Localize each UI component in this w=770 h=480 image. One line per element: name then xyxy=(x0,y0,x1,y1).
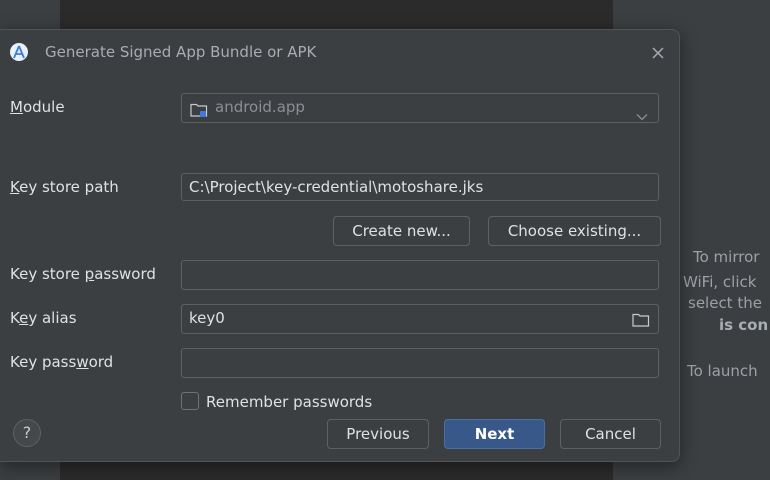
folder-icon[interactable] xyxy=(632,310,650,336)
key-password-input[interactable] xyxy=(181,348,659,378)
cancel-button[interactable]: Cancel xyxy=(560,419,661,449)
remember-passwords-checkbox[interactable] xyxy=(181,392,199,410)
module-folder-icon xyxy=(190,100,208,126)
module-dropdown[interactable]: android.app xyxy=(181,93,659,123)
key-alias-value: key0 xyxy=(189,309,225,327)
side-panel-text-1: To mirror xyxy=(693,248,760,266)
key-password-label: Key password xyxy=(10,353,114,371)
android-studio-icon xyxy=(10,43,28,61)
key-alias-label: Key alias xyxy=(10,309,77,327)
help-button[interactable]: ? xyxy=(13,419,41,447)
side-panel-text-3: select the xyxy=(688,294,762,312)
keystore-password-input[interactable] xyxy=(181,260,659,290)
key-alias-input[interactable]: key0 xyxy=(181,304,659,334)
choose-existing-button[interactable]: Choose existing... xyxy=(488,216,661,246)
create-new-button[interactable]: Create new... xyxy=(333,216,470,246)
generate-signed-bundle-dialog: Generate Signed App Bundle or APK Module… xyxy=(0,29,680,462)
keystore-path-input[interactable]: C:\Project\key-credential\motoshare.jks xyxy=(181,173,659,201)
side-panel-text-2: WiFi, click xyxy=(683,273,757,291)
keystore-path-label: Key store path xyxy=(10,178,119,196)
chevron-down-icon xyxy=(636,103,648,129)
dialog-title: Generate Signed App Bundle or APK xyxy=(45,43,317,61)
keystore-password-label: Key store password xyxy=(10,265,156,283)
side-panel-text-5: To launch xyxy=(687,362,758,380)
side-panel-text-4: is con xyxy=(719,316,769,334)
next-button[interactable]: Next xyxy=(444,419,545,449)
module-value: android.app xyxy=(215,98,305,116)
previous-button[interactable]: Previous xyxy=(327,419,429,449)
close-icon[interactable] xyxy=(650,45,666,61)
module-label: Module xyxy=(10,98,65,116)
remember-passwords-label[interactable]: Remember passwords xyxy=(206,393,372,411)
dialog-titlebar: Generate Signed App Bundle or APK xyxy=(0,30,679,76)
